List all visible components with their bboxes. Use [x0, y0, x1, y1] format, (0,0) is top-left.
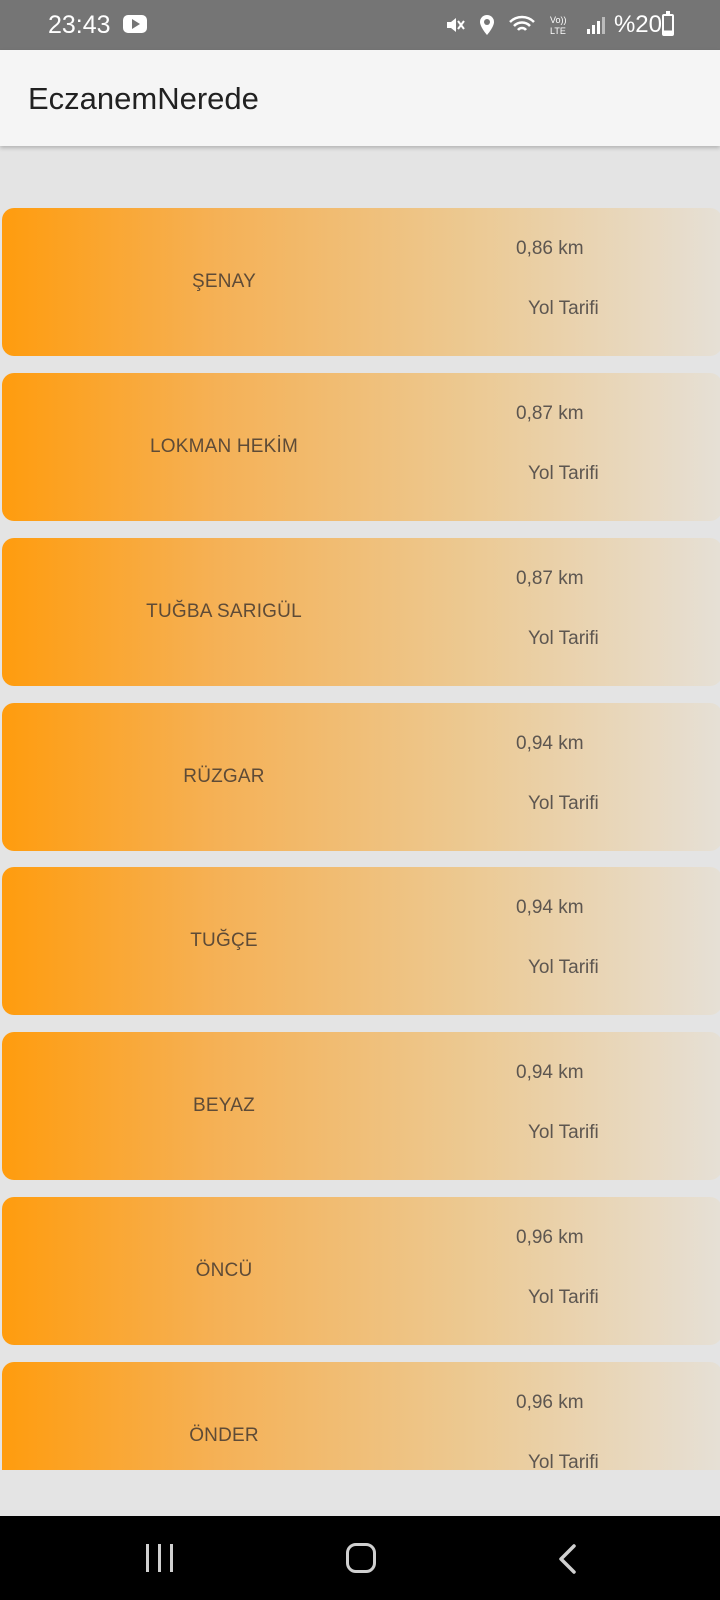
- status-icons: Vo)) LTE %20: [432, 10, 662, 40]
- pharmacy-card[interactable]: ÖNCÜ 0,96 km Yol Tarifi: [2, 1197, 720, 1345]
- app-title: EczanemNerede: [28, 81, 259, 116]
- directions-button[interactable]: Yol Tarifi: [528, 793, 599, 815]
- svg-text:LTE: LTE: [550, 26, 566, 36]
- pharmacy-name: ÖNDER: [189, 1425, 259, 1446]
- pharmacy-distance: 0,94 km: [516, 897, 584, 918]
- mute-icon: [446, 18, 465, 32]
- youtube-icon: [123, 15, 147, 33]
- pharmacy-distance: 0,94 km: [516, 1062, 584, 1083]
- recents-icon[interactable]: [146, 1544, 174, 1572]
- directions-button[interactable]: Yol Tarifi: [528, 1287, 599, 1309]
- pharmacy-card[interactable]: RÜZGAR 0,94 km Yol Tarifi: [2, 703, 720, 851]
- location-icon: [479, 15, 494, 35]
- battery-percentage: %20: [613, 11, 662, 38]
- pharmacy-name: ŞENAY: [191, 271, 256, 292]
- pharmacy-name: ÖNCÜ: [195, 1260, 253, 1281]
- pharmacy-name: LOKMAN HEKİM: [149, 436, 299, 457]
- signal-icon: [586, 17, 605, 34]
- status-time: 23:43: [48, 11, 111, 39]
- home-icon[interactable]: [346, 1543, 376, 1573]
- directions-button[interactable]: Yol Tarifi: [528, 298, 599, 320]
- pharmacy-card[interactable]: ÖNDER 0,96 km Yol Tarifi: [2, 1362, 720, 1470]
- wifi-icon: [509, 15, 535, 31]
- pharmacy-distance: 0,96 km: [516, 1392, 584, 1413]
- pharmacy-distance: 0,86 km: [516, 238, 584, 259]
- pharmacy-name: TUĞBA SARIGÜL: [146, 601, 302, 622]
- pharmacy-name: RÜZGAR: [183, 766, 265, 787]
- pharmacy-name: TUĞÇE: [190, 930, 258, 951]
- pharmacy-distance: 0,94 km: [516, 733, 584, 754]
- pharmacy-card[interactable]: LOKMAN HEKİM 0,87 km Yol Tarifi: [2, 373, 720, 521]
- volte-icon: Vo)) LTE: [550, 15, 567, 36]
- pharmacy-list[interactable]: ŞENAY 0,86 km Yol Tarifi LOKMAN HEKİM 0,…: [0, 146, 720, 1470]
- pharmacy-card[interactable]: TUĞBA SARIGÜL 0,87 km Yol Tarifi: [2, 538, 720, 686]
- pharmacy-card[interactable]: TUĞÇE 0,94 km Yol Tarifi: [2, 867, 720, 1015]
- pharmacy-distance: 0,87 km: [516, 403, 584, 424]
- directions-button[interactable]: Yol Tarifi: [528, 628, 599, 650]
- pharmacy-card[interactable]: ŞENAY 0,86 km Yol Tarifi: [2, 208, 720, 356]
- status-bar: 23:43 Vo)) LTE %20: [0, 0, 720, 50]
- pharmacy-distance: 0,87 km: [516, 568, 584, 589]
- app-bar: EczanemNerede: [0, 50, 720, 146]
- directions-button[interactable]: Yol Tarifi: [528, 1122, 599, 1144]
- battery-icon: [662, 11, 674, 36]
- svg-text:Vo)): Vo)): [550, 15, 567, 25]
- directions-button[interactable]: Yol Tarifi: [528, 957, 599, 979]
- directions-button[interactable]: Yol Tarifi: [528, 463, 599, 485]
- pharmacy-card[interactable]: BEYAZ 0,94 km Yol Tarifi: [2, 1032, 720, 1180]
- pharmacy-name: BEYAZ: [193, 1095, 255, 1116]
- directions-button[interactable]: Yol Tarifi: [528, 1452, 599, 1470]
- back-icon[interactable]: [556, 1544, 580, 1574]
- pharmacy-distance: 0,96 km: [516, 1227, 584, 1248]
- navigation-bar: [0, 1516, 720, 1600]
